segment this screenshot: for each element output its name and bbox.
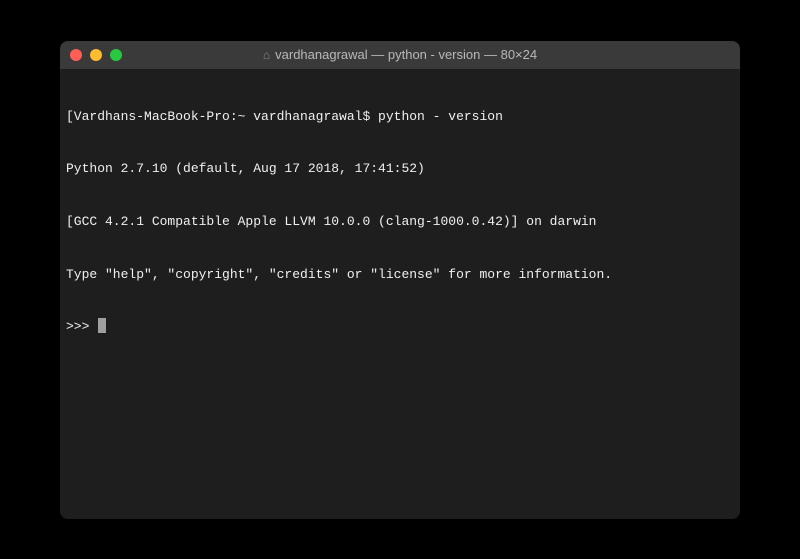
terminal-line: [Vardhans-MacBook-Pro:~ vardhanagrawal$ … xyxy=(66,108,734,126)
window-title: ⌂ vardhanagrawal — python - version — 80… xyxy=(60,47,740,62)
window-title-text: vardhanagrawal — python - version — 80×2… xyxy=(275,47,537,62)
home-icon: ⌂ xyxy=(263,48,270,62)
close-button[interactable] xyxy=(70,49,82,61)
terminal-body[interactable]: [Vardhans-MacBook-Pro:~ vardhanagrawal$ … xyxy=(60,69,740,519)
terminal-line: [GCC 4.2.1 Compatible Apple LLVM 10.0.0 … xyxy=(66,213,734,231)
minimize-button[interactable] xyxy=(90,49,102,61)
titlebar: ⌂ vardhanagrawal — python - version — 80… xyxy=(60,41,740,69)
terminal-line: Python 2.7.10 (default, Aug 17 2018, 17:… xyxy=(66,160,734,178)
terminal-window: ⌂ vardhanagrawal — python - version — 80… xyxy=(60,41,740,519)
repl-prompt: >>> xyxy=(66,318,97,336)
traffic-lights xyxy=(70,49,122,61)
terminal-line: Type "help", "copyright", "credits" or "… xyxy=(66,266,734,284)
terminal-prompt-line: >>> xyxy=(66,318,734,336)
maximize-button[interactable] xyxy=(110,49,122,61)
cursor xyxy=(98,318,106,333)
